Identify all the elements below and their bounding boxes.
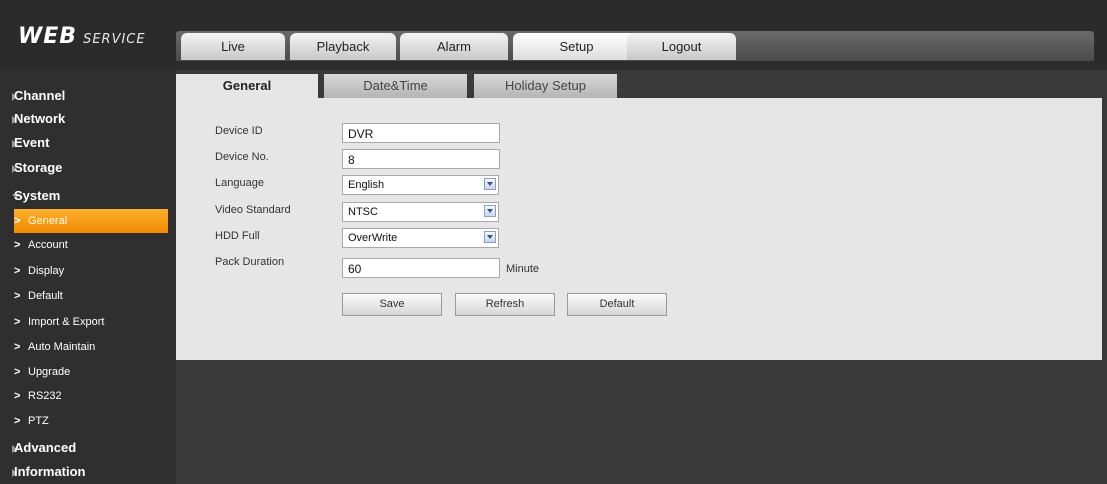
sidebar-item-channel[interactable]: Channel [0,85,176,107]
logo-web: WEB [18,24,78,49]
chevron-right-icon: > [14,239,21,251]
sidebar-item-label: Information [14,464,86,479]
sidebar-item-label: RS232 [28,390,62,402]
sidebar-item-account[interactable]: > Account [0,233,176,257]
sidebar-item-label: Upgrade [28,366,71,378]
chevron-right-icon: > [14,316,21,328]
sidebar-item-label: Account [28,239,68,251]
chevron-right-icon: > [14,390,21,402]
save-button[interactable]: Save [342,293,442,316]
sidebar-item-event[interactable]: Event [0,132,176,154]
chevron-right-icon: > [14,415,21,427]
sidebar-item-import-export[interactable]: > Import & Export [0,310,176,334]
chevron-right-icon: > [14,366,21,378]
sidebar-item-information[interactable]: Information [0,461,176,483]
sidebar-item-advanced[interactable]: Advanced [0,437,176,459]
header-bar: WEB SERVICE Live Playback Alarm Setup Log… [0,0,1107,70]
tab-playback[interactable]: Playback [290,33,396,60]
sidebar-item-general[interactable]: > General [14,209,168,233]
chevron-right-icon: > [14,290,21,302]
logo-service: SERVICE [83,32,146,47]
pack-duration-input[interactable]: 60 [342,258,500,278]
sidebar-item-label: Import & Export [28,316,105,328]
chevron-right-icon: > [14,265,21,277]
general-settings-panel: Device ID DVR Device No. 8 Language Engl… [176,98,1102,360]
chevron-down-icon[interactable] [484,205,496,217]
sidebar-item-display[interactable]: > Display [0,259,176,283]
hdd-full-select[interactable]: OverWrite [342,228,499,248]
logo: WEB SERVICE [18,24,146,49]
sidebar-item-label: System [14,188,61,203]
language-select[interactable]: English [342,175,499,195]
device-no-label: Device No. [215,151,269,163]
chevron-right-icon: > [14,215,21,227]
hdd-full-label: HDD Full [215,230,260,242]
tab-logout[interactable]: Logout [627,33,736,60]
chevron-right-icon: > [14,341,21,353]
sidebar-item-label: Network [14,111,66,126]
sidebar-item-label: Event [14,135,50,150]
sidebar-item-label: General [28,215,68,227]
chevron-down-icon[interactable] [484,178,496,190]
sidebar-item-default[interactable]: > Default [0,284,176,308]
sidebar-item-label: Advanced [14,440,77,455]
sidebar-item-storage[interactable]: Storage [0,157,176,179]
default-button[interactable]: Default [567,293,667,316]
sidebar-item-label: Display [28,265,65,277]
pack-duration-unit: Minute [506,263,540,275]
tab-live[interactable]: Live [181,33,285,60]
sidebar-item-label: Channel [14,88,66,103]
device-id-label: Device ID [215,125,263,137]
video-standard-select[interactable]: NTSC [342,202,499,222]
tab-general[interactable]: General [176,74,318,100]
sidebar-item-ptz[interactable]: > PTZ [0,409,176,433]
tab-date-time[interactable]: Date&Time [324,74,467,98]
sidebar-item-label: Storage [14,160,63,175]
device-no-input[interactable]: 8 [342,149,500,169]
tab-alarm[interactable]: Alarm [400,33,508,60]
tab-holiday-setup[interactable]: Holiday Setup [474,74,617,98]
sidebar: Channel Network Event Storage System > G… [0,70,176,484]
device-id-input[interactable]: DVR [342,123,500,143]
sidebar-item-auto-maintain[interactable]: > Auto Maintain [0,335,176,359]
hdd-full-value: OverWrite [348,232,398,244]
language-value: English [348,179,385,191]
chevron-down-icon[interactable] [484,231,496,243]
sidebar-item-label: Auto Maintain [28,341,96,353]
sidebar-item-system[interactable]: System [0,185,176,207]
tab-setup[interactable]: Setup [513,33,640,60]
video-standard-label: Video Standard [215,204,291,216]
sidebar-item-rs232[interactable]: > RS232 [0,384,176,408]
sidebar-item-network[interactable]: Network [0,108,176,130]
pack-duration-label: Pack Duration [215,256,285,268]
sidebar-item-upgrade[interactable]: > Upgrade [0,360,176,384]
language-label: Language [215,177,264,189]
sidebar-item-label: PTZ [28,415,49,427]
video-standard-value: NTSC [348,206,378,218]
refresh-button[interactable]: Refresh [455,293,555,316]
sidebar-item-label: Default [28,290,63,302]
